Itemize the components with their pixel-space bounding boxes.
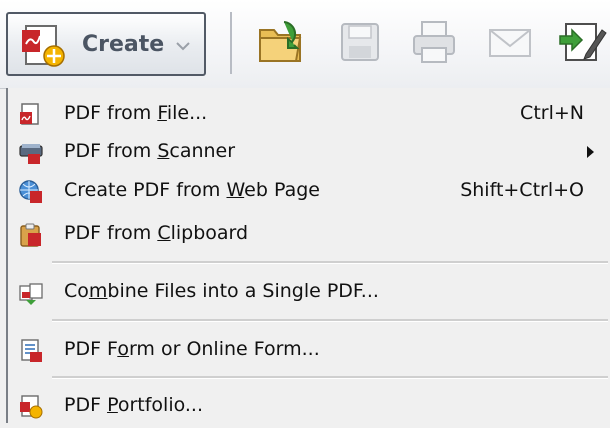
portfolio-icon bbox=[20, 395, 43, 419]
menu-item-label: PDF from Clipboard bbox=[64, 222, 249, 244]
edit-sign-icon[interactable] bbox=[556, 16, 608, 68]
menu-item-pdf-from-scanner[interactable]: PDF from Scanner bbox=[8, 130, 610, 174]
menu-item-shortcut: Shift+Ctrl+O bbox=[460, 179, 584, 201]
menu-item-label: Create PDF from Web Page bbox=[64, 179, 320, 201]
email-icon[interactable] bbox=[484, 16, 536, 68]
menu-item-label: Combine Files into a Single PDF... bbox=[64, 280, 379, 302]
menu-item-create-pdf-from-web-page[interactable]: Create PDF from Web Page Shift+Ctrl+O bbox=[8, 169, 610, 213]
web-page-icon bbox=[19, 180, 42, 203]
menu-item-pdf-from-clipboard[interactable]: PDF from Clipboard bbox=[8, 212, 610, 256]
menu-item-label: PDF Portfolio... bbox=[64, 394, 204, 416]
create-button-label: Create bbox=[82, 32, 165, 57]
pdf-form-icon bbox=[21, 339, 42, 362]
save-icon[interactable] bbox=[334, 16, 386, 68]
menu-item-pdf-portfolio[interactable]: PDF Portfolio... bbox=[8, 384, 610, 428]
menu-item-shortcut: Ctrl+N bbox=[520, 102, 584, 124]
menu-separator bbox=[52, 376, 608, 379]
create-document-icon bbox=[22, 25, 65, 67]
menu-item-combine-files[interactable]: Combine Files into a Single PDF... bbox=[8, 270, 610, 314]
clipboard-icon bbox=[20, 223, 41, 247]
menu-separator bbox=[52, 319, 608, 322]
menu-item-label: PDF from Scanner bbox=[64, 140, 236, 162]
toolbar-separator bbox=[230, 12, 232, 74]
pdf-from-file-icon bbox=[20, 103, 39, 125]
open-folder-icon[interactable] bbox=[254, 16, 306, 68]
submenu-arrow-icon bbox=[587, 146, 594, 158]
print-icon[interactable] bbox=[408, 16, 460, 68]
menu-item-label: PDF from File... bbox=[64, 102, 208, 124]
menu-item-label: PDF Form or Online Form... bbox=[64, 338, 320, 360]
menu-item-pdf-form[interactable]: PDF Form or Online Form... bbox=[8, 328, 610, 372]
toolbar: Create bbox=[0, 0, 610, 89]
create-dropdown-menu: PDF from File... Ctrl+N PDF from Scanner… bbox=[6, 88, 610, 423]
menu-separator bbox=[52, 261, 608, 264]
combine-files-icon bbox=[19, 283, 43, 305]
create-button[interactable]: Create bbox=[6, 12, 206, 76]
chevron-down-icon[interactable] bbox=[176, 41, 190, 51]
scanner-icon bbox=[19, 144, 43, 164]
